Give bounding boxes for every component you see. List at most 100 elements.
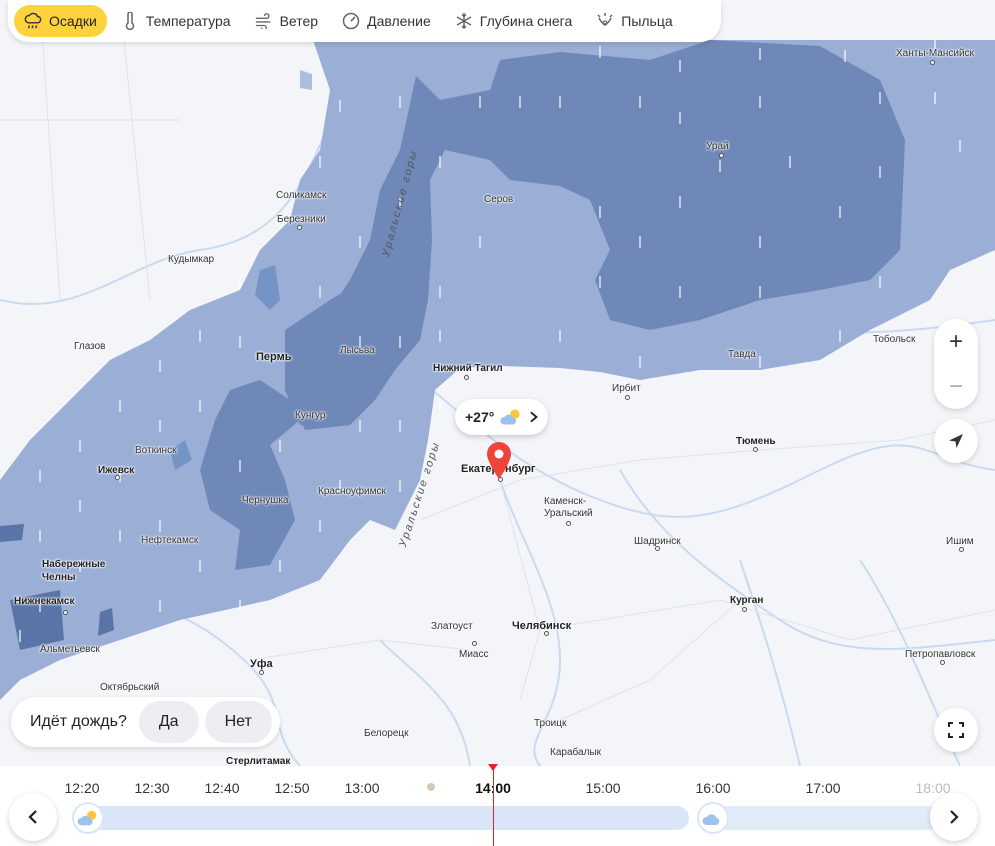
city-label[interactable]: Соликамск — [276, 190, 326, 202]
tab-label: Пыльца — [621, 13, 673, 29]
city-label[interactable]: Воткинск — [135, 445, 176, 457]
fullscreen-button[interactable] — [934, 708, 978, 752]
city-label[interactable]: Каменск-Уральский — [544, 496, 604, 520]
city-label[interactable]: Белорецк — [364, 728, 409, 740]
city-label[interactable]: Тобольск — [873, 334, 915, 346]
weather-thumb[interactable] — [72, 802, 104, 834]
locate-me-button[interactable] — [934, 419, 978, 463]
tab-label: Осадки — [49, 13, 97, 29]
timeline-marker-dot — [427, 783, 435, 791]
time-label[interactable]: 12:20 — [64, 780, 99, 796]
city-label[interactable]: Кудымкар — [168, 254, 214, 266]
rain-cloud-icon — [24, 12, 42, 30]
city-label[interactable]: Миасс — [459, 649, 488, 661]
tab-wind[interactable]: Ветер — [245, 5, 329, 37]
thermometer-icon — [121, 12, 139, 30]
time-label[interactable]: 12:50 — [274, 780, 309, 796]
city-label[interactable]: Кунгур — [295, 410, 325, 422]
city-label[interactable]: Уфа — [250, 658, 273, 670]
city-dot — [742, 607, 747, 612]
city-dot — [115, 475, 120, 480]
tab-pollen[interactable]: Пыльца — [586, 5, 682, 37]
tab-pressure[interactable]: Давление — [332, 5, 441, 37]
time-label[interactable]: 16:00 — [695, 780, 730, 796]
cloud-icon — [702, 814, 720, 825]
city-label[interactable]: Октябрьский — [100, 682, 159, 694]
city-label[interactable]: Красноуфимск — [318, 486, 386, 498]
city-label[interactable]: Набережные Челны — [42, 558, 114, 584]
city-dot — [464, 375, 469, 380]
time-label[interactable]: 17:00 — [805, 780, 840, 796]
city-label[interactable]: Ханты-Мансийск — [896, 48, 974, 60]
map-canvas[interactable]: Уральские горы Уральские горы Ханты-Манс… — [0, 0, 995, 767]
city-label[interactable]: Чернушка — [242, 495, 289, 507]
chevron-right-icon — [529, 411, 538, 423]
city-dot — [753, 447, 758, 452]
tab-label: Давление — [367, 13, 431, 29]
city-label[interactable]: Глазов — [74, 341, 105, 353]
timeline-panel: 12:20 12:30 12:40 12:50 13:00 14:00 15:0… — [0, 766, 995, 846]
city-label[interactable]: Урай — [706, 141, 729, 153]
city-label[interactable]: Челябинск — [512, 620, 571, 632]
city-label[interactable]: Ирбит — [612, 383, 641, 395]
city-label[interactable]: Серов — [484, 194, 513, 206]
rain-question-text: Идёт дождь? — [30, 713, 127, 730]
city-label[interactable]: Петропавловск — [905, 649, 975, 661]
tab-snow-depth[interactable]: Глубина снега — [445, 5, 582, 37]
timeline-next-button[interactable] — [930, 793, 978, 841]
pressure-gauge-icon — [342, 12, 360, 30]
tab-label: Глубина снега — [479, 13, 573, 29]
zoom-control: + − — [934, 319, 978, 409]
city-label[interactable]: Нефтекамск — [141, 535, 198, 547]
yes-button[interactable]: Да — [138, 701, 199, 743]
city-dot — [930, 60, 935, 65]
city-label[interactable]: Пермь — [256, 351, 292, 363]
city-label[interactable]: Карабалык — [550, 747, 601, 759]
zoom-out-button[interactable]: − — [934, 364, 978, 409]
timeline-prev-button[interactable] — [9, 793, 57, 841]
city-label[interactable]: Нижнекамск — [14, 596, 74, 608]
city-label[interactable]: Златоуст — [431, 621, 473, 633]
city-label[interactable]: Лысьва — [340, 345, 375, 357]
city-label[interactable]: Альметьевск — [40, 644, 100, 656]
city-label[interactable]: Нижний Тагил — [433, 363, 503, 375]
city-label[interactable]: Троицк — [534, 718, 566, 730]
city-dot — [63, 610, 68, 615]
city-dot — [259, 670, 264, 675]
map-base[interactable] — [0, 0, 995, 766]
tab-label: Ветер — [279, 13, 319, 29]
city-dot — [959, 547, 964, 552]
time-label[interactable]: 12:30 — [134, 780, 169, 796]
city-dot — [297, 225, 302, 230]
no-button[interactable]: Нет — [204, 701, 272, 743]
time-label[interactable]: 13:00 — [344, 780, 379, 796]
tab-precipitation[interactable]: Осадки — [14, 5, 107, 37]
city-label[interactable]: Курган — [730, 595, 763, 607]
wind-icon — [255, 12, 273, 30]
timeline-track-future[interactable] — [700, 806, 940, 830]
partly-cloudy-icon — [500, 409, 520, 425]
current-time-line[interactable] — [493, 766, 494, 846]
location-pin-icon[interactable] — [484, 440, 514, 480]
tab-temperature[interactable]: Температура — [111, 5, 241, 37]
rain-feedback-panel: Идёт дождь? Да Нет — [11, 697, 280, 747]
city-label[interactable]: Тавда — [728, 349, 756, 361]
current-temperature: +27° — [465, 409, 495, 425]
location-arrow-icon — [949, 434, 963, 448]
city-dot — [655, 546, 660, 551]
time-label[interactable]: 12:40 — [204, 780, 239, 796]
weather-thumb[interactable] — [697, 802, 729, 834]
city-label[interactable]: Березники — [277, 214, 326, 226]
tab-label: Температура — [145, 13, 231, 29]
zoom-in-button[interactable]: + — [934, 319, 978, 364]
city-dot — [940, 660, 945, 665]
chevron-left-icon — [28, 810, 37, 824]
city-dot — [719, 153, 724, 158]
time-label[interactable]: 15:00 — [585, 780, 620, 796]
layer-tab-bar: Осадки Температура Ветер Давление Глубин… — [8, 0, 721, 42]
chevron-right-icon — [950, 810, 959, 824]
current-weather-bubble[interactable]: +27° — [455, 399, 548, 435]
partly-cloudy-icon — [77, 810, 97, 826]
timeline-track-past[interactable] — [72, 806, 689, 830]
snowflake-icon — [455, 12, 473, 30]
